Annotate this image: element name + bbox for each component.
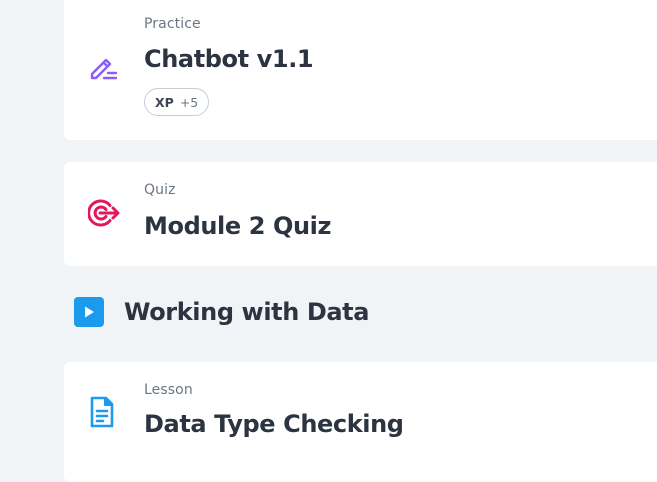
practice-card[interactable]: Practice Chatbot v1.1 XP +5	[64, 0, 657, 140]
item-title: Module 2 Quiz	[144, 212, 332, 240]
item-type-label: Practice	[144, 16, 201, 32]
document-icon	[88, 395, 116, 433]
xp-label: XP	[155, 94, 174, 110]
quiz-card[interactable]: Quiz Module 2 Quiz	[64, 162, 657, 266]
play-icon	[74, 297, 104, 327]
section-header[interactable]: Working with Data	[74, 297, 369, 327]
lesson-card[interactable]: Lesson Data Type Checking	[64, 362, 657, 482]
item-type-label: Lesson	[144, 382, 193, 398]
item-title: Chatbot v1.1	[144, 45, 314, 73]
xp-badge: XP +5	[144, 88, 210, 116]
item-title: Data Type Checking	[144, 410, 404, 438]
pencil-icon	[88, 52, 118, 86]
section-title: Working with Data	[124, 298, 370, 326]
xp-value: +5	[179, 94, 199, 110]
target-icon	[87, 198, 122, 232]
item-type-label: Quiz	[144, 182, 176, 198]
